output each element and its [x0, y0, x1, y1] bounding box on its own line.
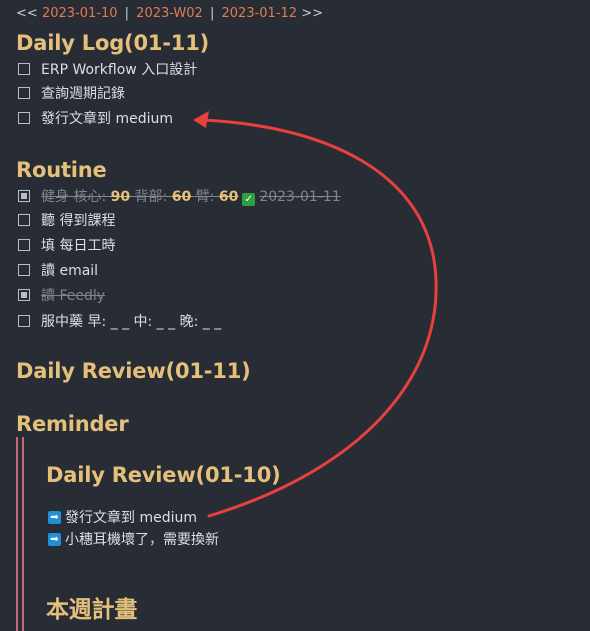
- task-checkbox-checked[interactable]: [18, 289, 30, 301]
- reminder-review-heading: Daily Review(01-10): [46, 463, 281, 487]
- task-label: 服中藥 早: _ _ 中: _ _ 晚: _ _: [41, 314, 222, 330]
- task-checkbox[interactable]: [18, 214, 30, 226]
- weekly-plan-heading: 本週計畫: [46, 597, 138, 623]
- daily-log-task: ERP Workflow 入口設計: [18, 59, 197, 79]
- routine-task: 服中藥 早: _ _ 中: _ _ 晚: _ _: [18, 311, 221, 331]
- routine-task: 填 每日工時: [18, 235, 115, 255]
- routine-task: 讀 Feedly: [18, 285, 105, 305]
- reminder-item-label: 發行文章到 medium: [65, 510, 197, 526]
- task-label: 聽 得到課程: [41, 213, 116, 229]
- workout-core-label: 健身 核心:: [41, 189, 111, 205]
- task-label: ERP Workflow 入口設計: [41, 62, 198, 78]
- next-day-link[interactable]: 2023-01-12: [222, 6, 298, 21]
- task-checkbox[interactable]: [18, 112, 30, 124]
- annotation-arrow-curve: [199, 118, 438, 518]
- workout-arm-value: 60: [218, 189, 239, 205]
- task-checkbox[interactable]: [18, 87, 30, 99]
- task-label: 讀 email: [41, 263, 99, 279]
- daily-log-task: 查詢週期記錄: [18, 83, 125, 103]
- routine-workout-task: 健身 核心: 90 背部: 60 臂: 60 ✓ 2023-01-11: [18, 186, 341, 206]
- task-checkbox[interactable]: [18, 315, 30, 327]
- task-checkbox[interactable]: [18, 63, 30, 75]
- prev-day-link[interactable]: 2023-01-10: [42, 6, 118, 21]
- routine-task: 聽 得到課程: [18, 210, 115, 230]
- daily-review-heading: Daily Review(01-11): [16, 359, 251, 383]
- completion-date: 2023-01-11: [259, 189, 341, 205]
- reminder-callout-bar: [22, 437, 24, 631]
- completed-check-icon: ✓: [242, 193, 256, 206]
- arrow-right-icon: ➡: [48, 510, 61, 524]
- arrow-right-icon: ➡: [48, 532, 61, 546]
- routine-task: 讀 email: [18, 260, 98, 280]
- annotation-arrow-head: [193, 111, 209, 128]
- reminder-callout-bar: [16, 437, 18, 631]
- nav-next-suffix: >>: [301, 6, 323, 21]
- week-link[interactable]: 2023-W02: [136, 6, 203, 21]
- task-label: 發行文章到 medium: [41, 111, 173, 127]
- date-navigation: << 2023-01-10 | 2023-W02 | 2023-01-12 >>: [16, 6, 323, 21]
- reminder-heading: Reminder: [16, 412, 129, 436]
- workout-label: 健身 核心: 90 背部: 60 臂: 60 ✓ 2023-01-11: [41, 186, 341, 206]
- task-checkbox[interactable]: [18, 264, 30, 276]
- daily-log-task: 發行文章到 medium: [18, 108, 173, 128]
- nav-prev-prefix: <<: [16, 6, 38, 21]
- reminder-item-label: 小穗耳機壞了，需要換新: [65, 532, 219, 548]
- task-label: 查詢週期記錄: [41, 86, 125, 102]
- daily-log-heading: Daily Log(01-11): [16, 31, 209, 55]
- workout-arm-label: 臂:: [191, 189, 219, 205]
- workout-core-value: 90: [110, 189, 131, 205]
- task-label: 填 每日工時: [41, 238, 116, 254]
- task-label: 讀 Feedly: [41, 288, 106, 304]
- workout-back-value: 60: [171, 189, 192, 205]
- task-checkbox-checked[interactable]: [18, 190, 30, 202]
- reminder-item[interactable]: ➡ 發行文章到 medium: [48, 507, 197, 527]
- reminder-item[interactable]: ➡ 小穗耳機壞了，需要換新: [48, 529, 219, 549]
- task-checkbox[interactable]: [18, 239, 30, 251]
- nav-separator: |: [124, 6, 130, 21]
- workout-back-label: 背部:: [130, 189, 172, 205]
- nav-separator: |: [209, 6, 215, 21]
- routine-heading: Routine: [16, 158, 107, 182]
